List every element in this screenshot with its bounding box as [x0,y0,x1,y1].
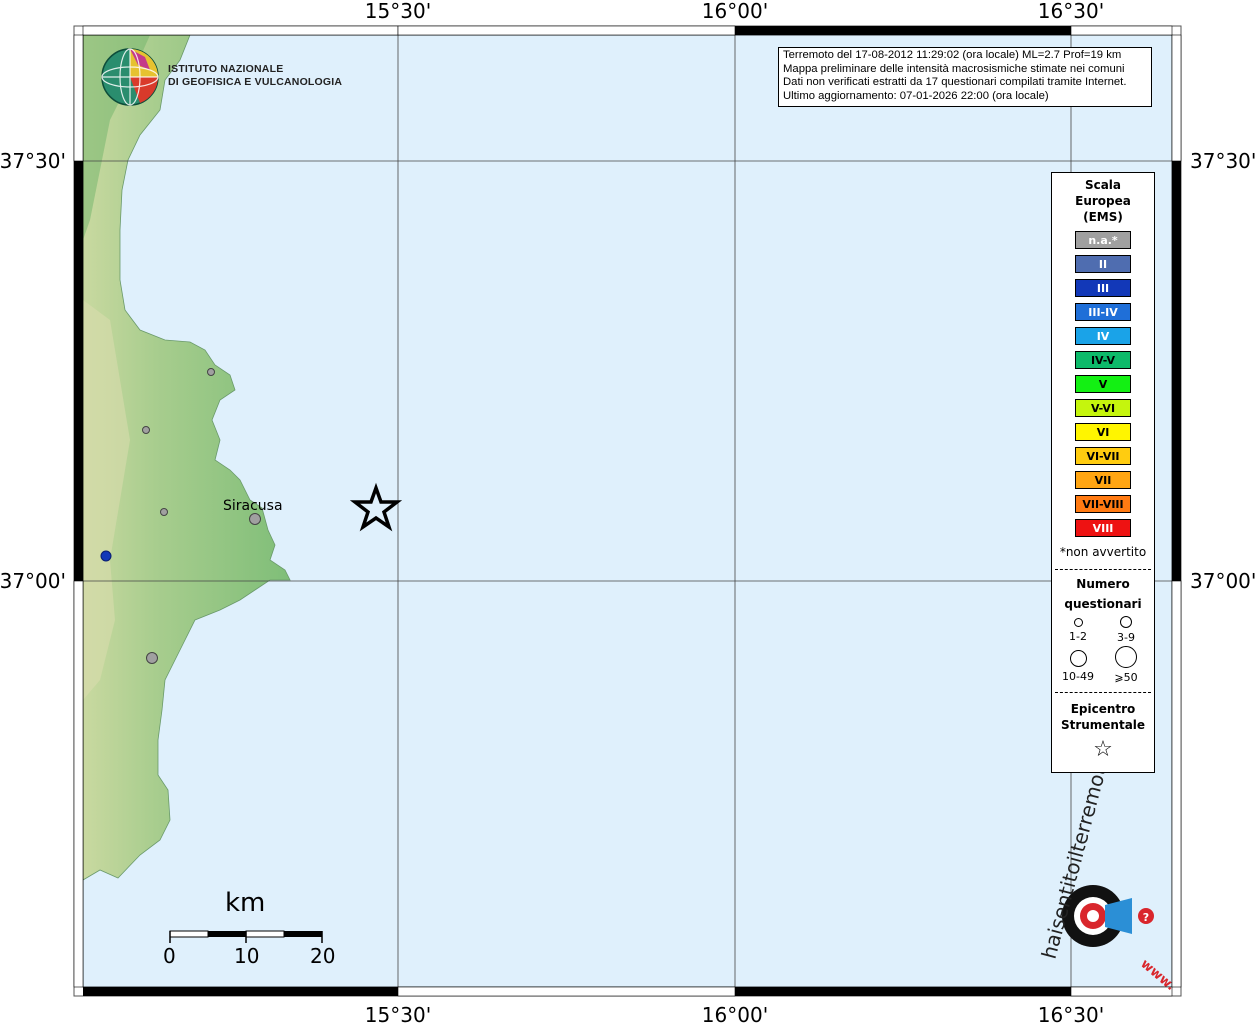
top-lon-label: 16°30' [1038,0,1104,23]
count-item: 3-9 [1106,616,1146,644]
ingv-logo-line: ISTITUTO NAZIONALE [168,63,284,75]
ems-level-item: II [1075,255,1131,273]
ems-level-item: VII-VIII [1075,495,1131,513]
intensity-point-na [160,508,168,516]
legend-separator [1055,569,1151,570]
bottom-lon-label: 16°30' [1038,1003,1104,1024]
legend-title-line: Europea [1075,194,1131,208]
event-info-line: Terremoto del 17-08-2012 11:29:02 (ora l… [783,49,1122,61]
count-grid: 1-2 3-9 10-49 ⩾50 [1052,614,1154,688]
right-lat-label: 37°00' [1190,569,1255,593]
bottom-lon-label: 15°30' [365,1003,431,1024]
ems-level-item: IV-V [1075,351,1131,369]
scale-tick-label: 10 [234,944,260,968]
ems-level-item: VII [1075,471,1131,489]
ems-level-item: VI-VII [1075,447,1131,465]
count-circle-icon [1115,646,1137,668]
event-info-line: Mappa preliminare delle intensità macros… [783,62,1125,75]
intensity-point-iii [100,550,112,562]
scale-tick-label: 0 [163,944,176,968]
epicenter-star-icon: ☆ [1093,737,1113,762]
ems-level-item: IV [1075,327,1131,345]
count-item: 1-2 [1058,618,1098,643]
ingv-logo-line: DI GEOFISICA E VULCANOLOGIA [168,76,343,88]
count-label: 3-9 [1117,631,1135,644]
event-info-box: Terremoto del 17-08-2012 11:29:02 (ora l… [778,47,1152,107]
count-item: 10-49 [1058,650,1098,683]
svg-text:?: ? [1143,911,1149,924]
legend: Scala Europea (EMS) n.a.* II III III-IV IV IV… [1051,172,1155,773]
legend-title-line: (EMS) [1083,210,1123,224]
count-item: ⩾50 [1106,646,1146,684]
count-circle-icon [1120,616,1132,628]
ingv-logo-text: ISTITUTO NAZIONALE DI GEOFISICA E VULCAN… [168,63,342,89]
count-title: Numero questionari [1052,574,1154,614]
legend-title-line: Scala [1084,178,1122,192]
ems-level-item: III-IV [1075,303,1131,321]
epicenter-title: Epicentro Strumentale [1052,701,1154,733]
event-info-line: Dati non verificati estratti da 17 quest… [783,76,1127,88]
scale-tick-label: 20 [310,944,336,968]
event-info-line: Ultimo aggiornamento: 07-01-2026 22:00 (… [783,89,1049,102]
count-circle-icon [1073,618,1083,627]
count-label: 10-49 [1062,670,1094,683]
legend-separator [1055,692,1151,693]
top-lon-label: 15°30' [365,0,431,23]
bottom-lon-label: 16°00' [702,1003,768,1024]
ingv-logo-icon [101,48,159,106]
ems-scale-list: n.a.* II III III-IV IV IV-V V V-VI VI VI-VII VII VI… [1052,231,1154,537]
ems-level-item: VIII [1075,519,1131,537]
intensity-point-na [249,513,261,525]
right-lat-label: 37°30' [1190,149,1255,173]
ems-level-item: V-VI [1075,399,1131,417]
intensity-point-na [146,652,158,664]
count-title-line: questionari [1064,597,1142,611]
count-title-line: Numero [1076,577,1130,591]
left-lat-label: 37°30' [0,149,66,173]
left-lat-label: 37°00' [0,569,66,593]
epicenter-title-line: Strumentale [1060,718,1146,732]
intensity-point-na [142,426,150,434]
place-label: Siracusa [223,498,283,514]
scale-unit: km [225,888,266,918]
epicenter-title-line: Epicentro [1070,702,1136,716]
legend-title: Scala Europea (EMS) [1052,177,1154,225]
top-lon-label: 16°00' [702,0,768,23]
intensity-point-na [207,368,215,376]
ems-level-item: n.a.* [1075,231,1131,249]
ems-level-item: V [1075,375,1131,393]
legend-note: *non avvertito [1059,545,1147,559]
count-label: ⩾50 [1114,671,1138,684]
count-label: 1-2 [1069,630,1087,643]
count-circle-icon [1069,650,1087,667]
ems-level-item: III [1075,279,1131,297]
ems-level-item: VI [1075,423,1131,441]
